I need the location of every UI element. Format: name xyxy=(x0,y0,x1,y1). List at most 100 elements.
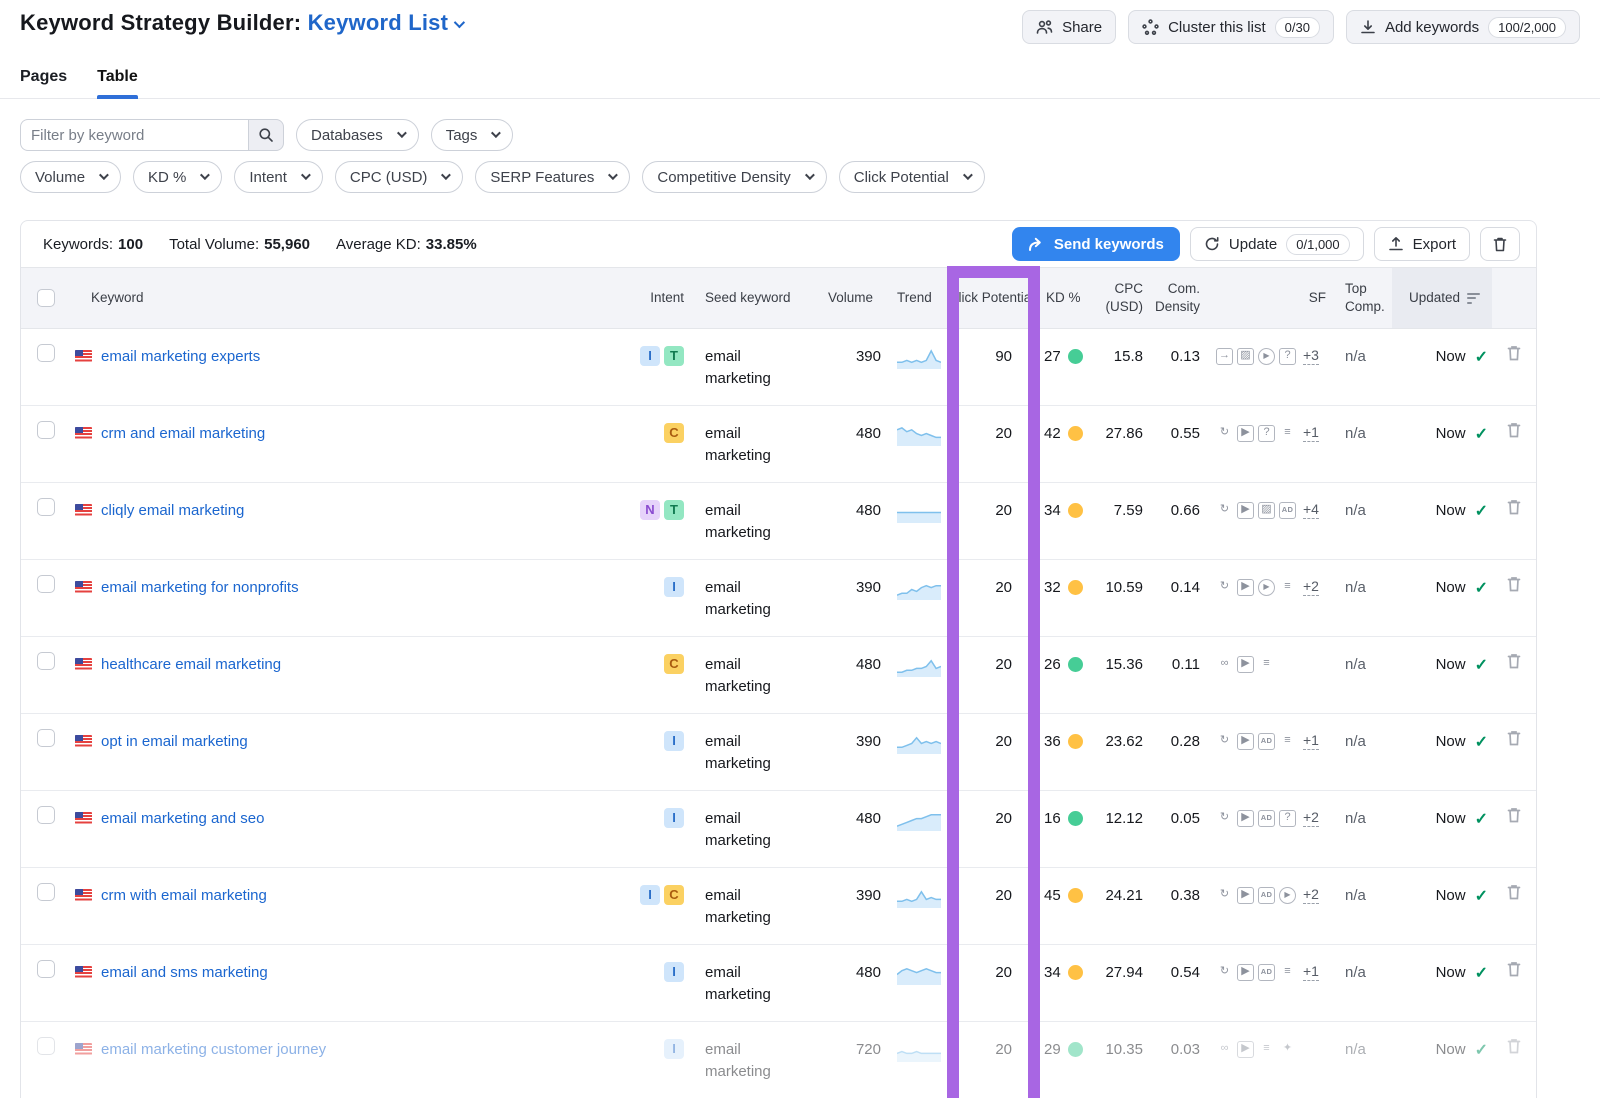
delete-row-button[interactable] xyxy=(1506,729,1522,747)
sparkline-chart xyxy=(897,887,941,908)
col-header-updated[interactable]: Updated xyxy=(1392,268,1492,328)
related-searches-icon: ≡ xyxy=(1279,579,1296,596)
select-all-checkbox[interactable] xyxy=(37,289,55,307)
serp-features: ∞▶≡✦ xyxy=(1208,1022,1336,1076)
row-checkbox[interactable] xyxy=(37,652,55,670)
serp-features: ↻▶AD≡+1 xyxy=(1208,714,1336,768)
intent-badge-I: I xyxy=(664,577,684,597)
video-icon: ▶ xyxy=(1237,964,1254,981)
serp-more-features[interactable]: +2 xyxy=(1303,886,1319,904)
us-flag-icon xyxy=(75,966,92,978)
col-header-cpc[interactable]: CPC (USD) xyxy=(1088,268,1150,328)
delete-list-button[interactable] xyxy=(1480,227,1520,261)
keyword-link[interactable]: crm and email marketing xyxy=(101,423,265,445)
serp-more-features[interactable]: +2 xyxy=(1303,578,1319,596)
row-checkbox[interactable] xyxy=(37,344,55,362)
keyword-filter-input[interactable] xyxy=(20,119,248,151)
update-button[interactable]: Update 0/1,000 xyxy=(1190,227,1364,261)
col-header-click-potential[interactable]: Click Potential xyxy=(945,268,1038,328)
intent-badges: C xyxy=(587,406,691,482)
serp-more-features[interactable]: +4 xyxy=(1303,501,1319,519)
intent-badge-I: I xyxy=(640,346,660,366)
col-header-seed-keyword[interactable]: Seed keyword xyxy=(691,268,809,328)
delete-row-button[interactable] xyxy=(1506,575,1522,593)
row-checkbox[interactable] xyxy=(37,421,55,439)
us-flag-icon xyxy=(75,1043,92,1055)
keyword-link[interactable]: email marketing and seo xyxy=(101,808,264,830)
col-header-sf[interactable]: SF xyxy=(1208,268,1336,328)
send-keywords-button[interactable]: Send keywords xyxy=(1012,227,1180,261)
delete-row-button[interactable] xyxy=(1506,498,1522,516)
filter-chip-kd-[interactable]: KD % xyxy=(133,161,222,193)
cluster-this-list-button[interactable]: Cluster this list 0/30 xyxy=(1128,10,1334,44)
delete-row-button[interactable] xyxy=(1506,344,1522,362)
com-density-value: 0.14 xyxy=(1150,560,1208,636)
us-flag-icon xyxy=(75,812,92,824)
com-density-value: 0.66 xyxy=(1150,483,1208,559)
updated-value: Now xyxy=(1436,731,1466,753)
export-button[interactable]: Export xyxy=(1374,227,1470,261)
row-checkbox[interactable] xyxy=(37,575,55,593)
cpc-value: 12.12 xyxy=(1088,791,1150,867)
row-checkbox[interactable] xyxy=(37,806,55,824)
keyword-list-dropdown[interactable]: Keyword List xyxy=(308,10,463,35)
seed-keyword: email marketing xyxy=(691,868,809,944)
filter-chip-intent[interactable]: Intent xyxy=(234,161,323,193)
col-header-volume[interactable]: Volume xyxy=(809,268,881,328)
row-checkbox[interactable] xyxy=(37,498,55,516)
row-checkbox[interactable] xyxy=(37,960,55,978)
reviews-icon: ↻ xyxy=(1216,810,1233,827)
updated-check-icon: ✓ xyxy=(1475,731,1488,754)
tab-table[interactable]: Table xyxy=(97,68,138,98)
related-searches-icon: ≡ xyxy=(1279,425,1296,442)
serp-more-features[interactable]: +3 xyxy=(1303,347,1319,365)
delete-row-button[interactable] xyxy=(1506,883,1522,901)
serp-features: ↻▶AD≡+1 xyxy=(1208,945,1336,999)
delete-row-button[interactable] xyxy=(1506,960,1522,978)
delete-row-button[interactable] xyxy=(1506,421,1522,439)
add-keywords-button[interactable]: Add keywords 100/2,000 xyxy=(1346,10,1580,44)
filter-chip-databases[interactable]: Databases xyxy=(296,119,419,151)
keyword-link[interactable]: email and sms marketing xyxy=(101,962,268,984)
delete-row-button[interactable] xyxy=(1506,652,1522,670)
row-checkbox[interactable] xyxy=(37,883,55,901)
row-checkbox[interactable] xyxy=(37,729,55,747)
top-comp-value: n/a xyxy=(1336,637,1392,713)
col-header-top-comp[interactable]: Top Comp. xyxy=(1336,268,1392,328)
stat-average-kd: Average KD:33.85% xyxy=(336,236,477,253)
delete-row-button[interactable] xyxy=(1506,806,1522,824)
share-button[interactable]: Share xyxy=(1022,10,1116,44)
delete-row-button[interactable] xyxy=(1506,1037,1522,1055)
serp-features: ↻▶?≡+1 xyxy=(1208,406,1336,460)
volume-value: 390 xyxy=(809,560,881,636)
chevron-down-icon xyxy=(608,170,618,180)
keyword-link[interactable]: cliqly email marketing xyxy=(101,500,244,522)
tab-pages[interactable]: Pages xyxy=(20,68,67,98)
serp-more-features[interactable]: +1 xyxy=(1303,732,1319,750)
col-header-keyword[interactable]: Keyword xyxy=(69,268,587,328)
updated-value: Now xyxy=(1436,423,1466,445)
col-header-intent[interactable]: Intent xyxy=(587,268,691,328)
filter-chip-volume[interactable]: Volume xyxy=(20,161,121,193)
filter-chip-tags[interactable]: Tags xyxy=(431,119,514,151)
col-header-com-density[interactable]: Com. Density xyxy=(1150,268,1208,328)
filter-chip-serp-features[interactable]: SERP Features xyxy=(475,161,630,193)
filter-chip-cpc-usd-[interactable]: CPC (USD) xyxy=(335,161,464,193)
filter-chip-competitive-density[interactable]: Competitive Density xyxy=(642,161,826,193)
trend-sparkline xyxy=(881,945,945,1021)
serp-more-features[interactable]: +1 xyxy=(1303,424,1319,442)
keyword-link[interactable]: healthcare email marketing xyxy=(101,654,281,676)
keyword-link[interactable]: email marketing experts xyxy=(101,346,260,368)
keyword-link[interactable]: crm with email marketing xyxy=(101,885,267,907)
keyword-link[interactable]: opt in email marketing xyxy=(101,731,248,753)
col-header-kd[interactable]: KD % xyxy=(1038,268,1088,328)
serp-more-features[interactable]: +1 xyxy=(1303,963,1319,981)
serp-more-features[interactable]: +2 xyxy=(1303,809,1319,827)
filter-chip-click-potential[interactable]: Click Potential xyxy=(839,161,985,193)
updated-value: Now xyxy=(1436,346,1466,368)
keyword-link[interactable]: email marketing for nonprofits xyxy=(101,577,299,599)
table-row: email and sms marketing I email marketin… xyxy=(21,945,1536,1022)
keyword-link[interactable]: email marketing customer journey xyxy=(101,1039,326,1061)
row-checkbox[interactable] xyxy=(37,1037,55,1055)
search-button[interactable] xyxy=(248,119,284,151)
